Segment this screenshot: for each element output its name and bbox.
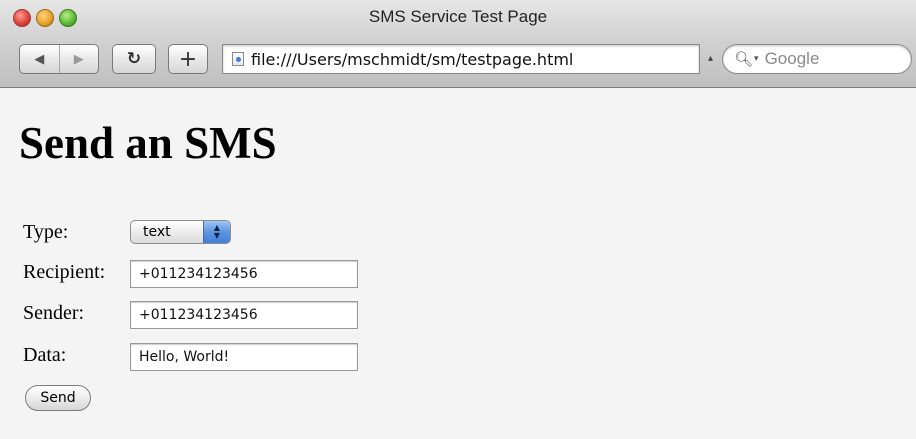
data-field[interactable]: Hello, World!	[130, 343, 358, 371]
send-button-label: Send	[40, 390, 76, 406]
search-icon[interactable]: 🔍︎	[734, 50, 753, 68]
type-label: Type:	[23, 221, 69, 243]
recipient-field[interactable]: +011234123456	[130, 260, 358, 288]
reload-icon: ↻	[126, 49, 142, 69]
plus-icon: +	[178, 46, 198, 72]
browser-toolbar: SMS Service Test Page ◀ ▶ ↻ + file:///Us…	[0, 0, 916, 88]
forward-button[interactable]: ▶	[60, 45, 99, 73]
data-label: Data:	[23, 344, 67, 366]
type-select[interactable]: text ▲ ▼	[130, 220, 231, 244]
type-select-value: text	[143, 224, 171, 240]
back-forward-group: ◀ ▶	[19, 44, 99, 74]
sender-field[interactable]: +011234123456	[130, 301, 358, 329]
select-arrows-icon: ▲ ▼	[203, 221, 230, 243]
sender-value: +011234123456	[139, 307, 258, 323]
search-placeholder: Google	[764, 49, 820, 68]
recipient-label: Recipient:	[23, 261, 106, 283]
add-bookmark-button[interactable]: +	[168, 44, 208, 74]
left-arrow-icon: ◀	[34, 51, 45, 67]
recipient-value: +011234123456	[139, 266, 258, 282]
page-icon	[232, 52, 244, 66]
sender-label: Sender:	[23, 302, 85, 324]
page-title: Send an SMS	[19, 118, 277, 168]
window-title: SMS Service Test Page	[368, 7, 548, 26]
reload-button[interactable]: ↻	[112, 44, 156, 74]
page-content: Send an SMS Type: text ▲ ▼ Recipient: +01…	[0, 88, 916, 439]
address-dropdown-icon[interactable]: ▴	[708, 53, 713, 64]
data-value: Hello, World!	[139, 349, 230, 365]
search-field[interactable]: 🔍︎ ▾ Google	[722, 44, 912, 74]
url-text[interactable]: file:///Users/mschmidt/sm/testpage.html	[251, 50, 573, 69]
chevron-down-icon[interactable]: ▾	[754, 54, 759, 64]
right-arrow-icon: ▶	[73, 51, 84, 67]
address-bar[interactable]: file:///Users/mschmidt/sm/testpage.html	[222, 44, 700, 74]
send-button[interactable]: Send	[25, 385, 91, 411]
back-button[interactable]: ◀	[20, 45, 60, 73]
